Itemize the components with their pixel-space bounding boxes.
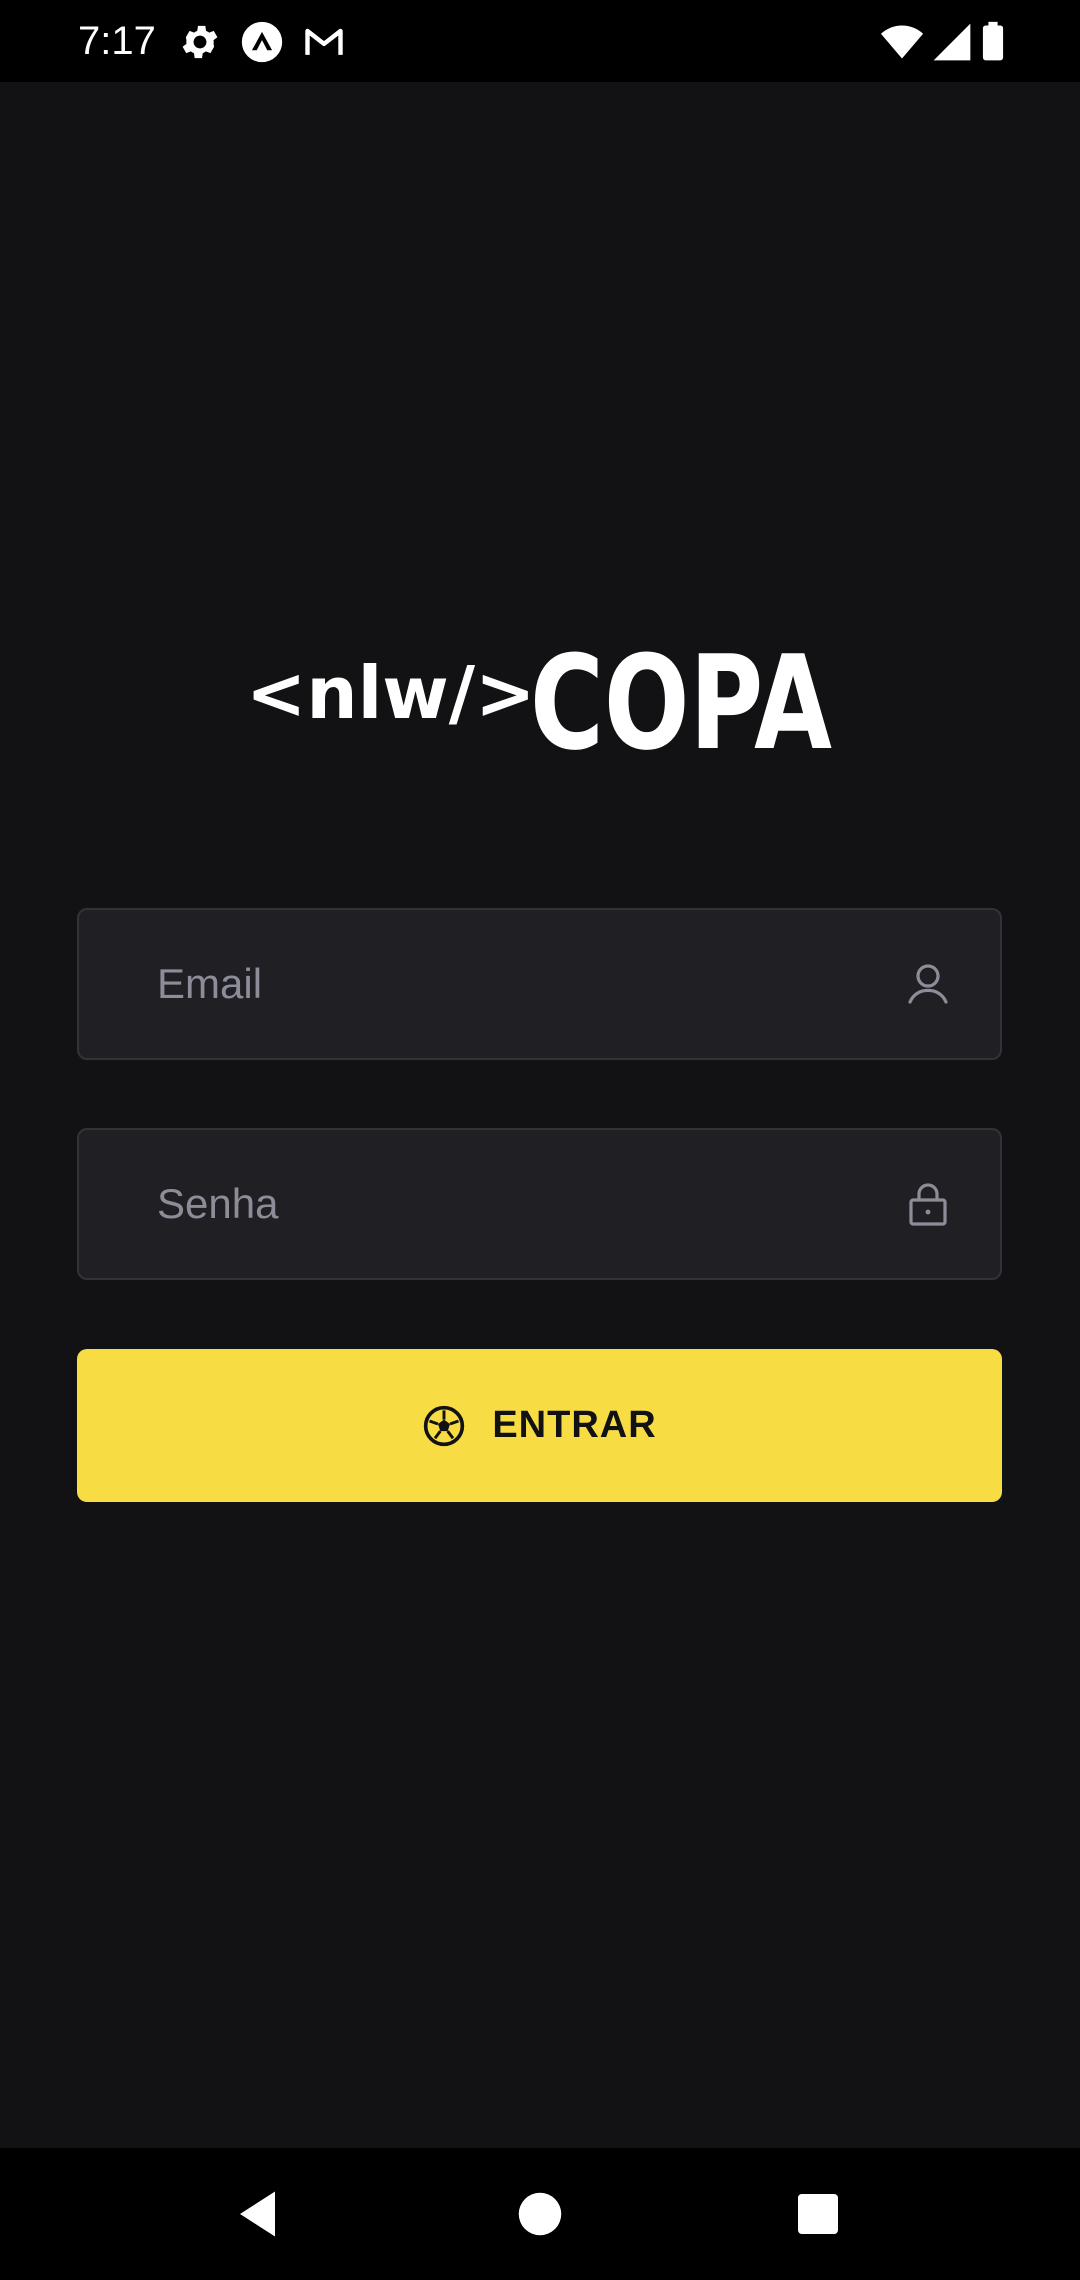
back-icon[interactable] [230, 2184, 290, 2244]
wifi-icon [878, 20, 926, 64]
nlw-copa-logo: <nlw/> COPA [246, 640, 836, 760]
status-time: 7:17 [78, 19, 156, 63]
battery-icon [978, 20, 1008, 64]
status-bar: 7:17 [0, 0, 1080, 82]
lock-icon [904, 1180, 952, 1228]
email-field[interactable] [77, 908, 1002, 1060]
login-screen: 7:17 <nlw/> COPA Email ENTRAR [0, 0, 1080, 2280]
soccer-ball-icon [422, 1404, 466, 1448]
password-input[interactable] [157, 1130, 857, 1278]
enter-button[interactable]: ENTRAR [77, 1349, 1002, 1502]
recents-icon[interactable] [788, 2184, 848, 2244]
home-icon[interactable] [510, 2184, 570, 2244]
user-icon [904, 960, 952, 1008]
logo-name: COPA [530, 640, 832, 760]
enter-button-label: ENTRAR [492, 1404, 657, 1446]
email-input[interactable] [157, 910, 857, 1058]
signal-icon [930, 20, 974, 64]
gear-icon [178, 20, 222, 64]
gmail-icon [302, 20, 346, 64]
expo-icon [240, 20, 284, 64]
logo-prefix: <nlw/> [246, 651, 535, 735]
password-field[interactable] [77, 1128, 1002, 1280]
navigation-bar [0, 2148, 1080, 2280]
